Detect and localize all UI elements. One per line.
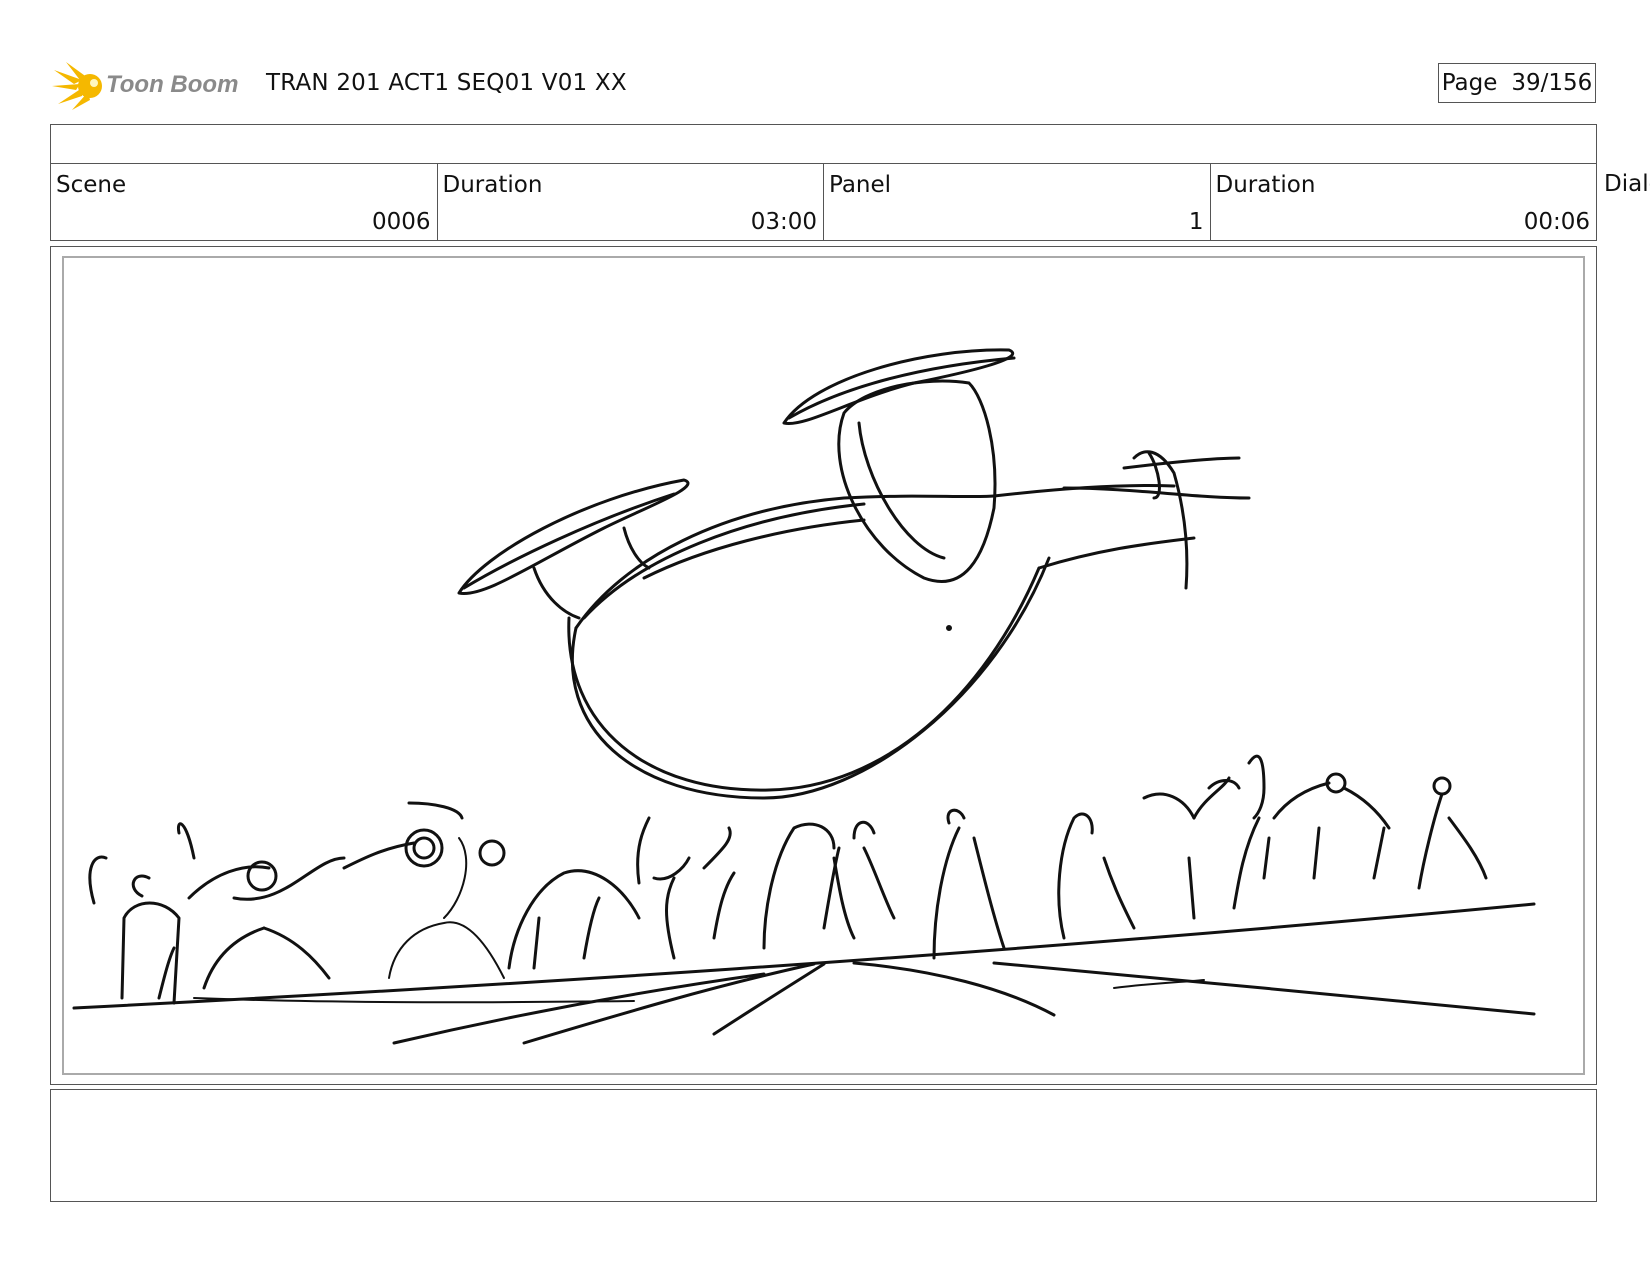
toon-boom-logo: Toon Boom xyxy=(52,58,252,112)
panel-duration-cell: Duration 00:06 xyxy=(1211,164,1597,240)
page-indicator: Page 39/156 xyxy=(1438,63,1596,103)
logo-text: Toon Boom xyxy=(106,71,238,98)
document-title: TRAN 201 ACT1 SEQ01 V01 XX xyxy=(266,70,627,96)
panel-duration-label: Duration xyxy=(1215,172,1316,198)
scene-label: Scene xyxy=(56,172,127,198)
panel-duration-value: 00:06 xyxy=(1523,209,1590,235)
storyboard-sketch xyxy=(72,348,1536,1045)
flying-craft-sketch xyxy=(457,348,1251,800)
scene-info-row: Scene 0006 Duration 03:00 Panel 1 Durati… xyxy=(50,163,1597,241)
scene-number: 0006 xyxy=(371,209,431,235)
scene-duration-label: Duration xyxy=(442,172,543,198)
header-strip xyxy=(50,124,1597,164)
scene-duration-value: 03:00 xyxy=(750,209,817,235)
panel-label: Panel xyxy=(829,172,892,198)
ground-lines-sketch xyxy=(72,902,1536,1045)
toon-boom-star-icon: Toon Boom xyxy=(52,62,238,110)
scene-duration-cell: Duration 03:00 xyxy=(438,164,824,240)
panel-image-area xyxy=(62,256,1585,1075)
dialog-box xyxy=(50,1089,1597,1202)
page-label: Page xyxy=(1441,70,1498,96)
storyboard-panel xyxy=(50,246,1597,1085)
scene-cell: Scene 0006 xyxy=(51,164,438,240)
dialog-column-label: Dialo xyxy=(1604,171,1650,197)
panel-cell: Panel 1 xyxy=(824,164,1211,240)
panel-number: 1 xyxy=(1188,209,1204,235)
page-number: 39/156 xyxy=(1511,70,1593,96)
